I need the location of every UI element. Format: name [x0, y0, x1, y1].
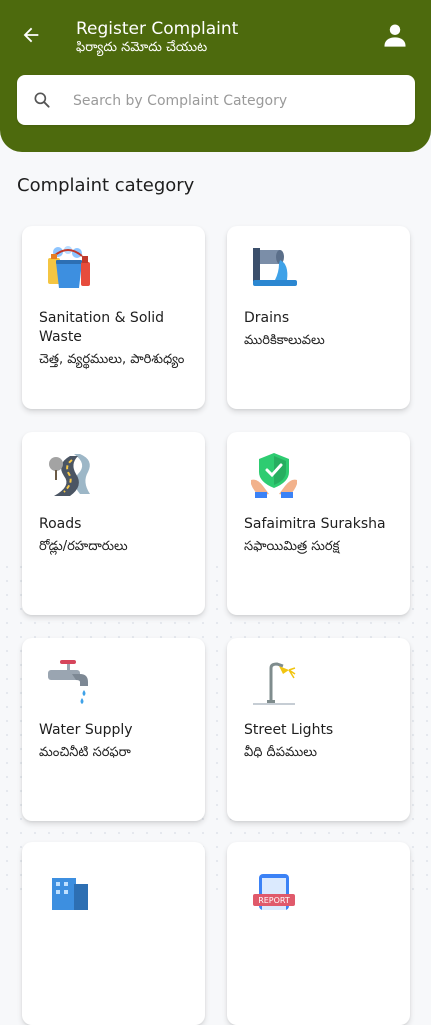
arrow-left-icon — [23, 27, 39, 43]
category-card-drains[interactable]: Drains మురికికాలువలు — [227, 226, 410, 409]
category-title-te: రోడ్లు/రహదారులు — [39, 539, 128, 554]
street-light-icon — [253, 662, 296, 705]
category-card-safaimitra[interactable]: Safaimitra Suraksha సఫాయిమిత్ర సురక్ష — [227, 432, 410, 615]
category-title-te: మురికికాలువలు — [244, 333, 325, 348]
category-card-report[interactable]: REPORT — [227, 842, 410, 1025]
category-title-te: వీధి దీపములు — [244, 745, 317, 760]
category-title-en: Sanitation & Solid Waste — [39, 310, 165, 345]
search-input[interactable] — [71, 87, 405, 115]
sanitation-icon — [48, 246, 90, 288]
search-icon — [34, 92, 50, 108]
category-card-buildings[interactable] — [22, 842, 205, 1025]
category-title-en: Safaimitra Suraksha — [244, 516, 386, 532]
category-card-street-lights[interactable]: Street Lights వీధి దీపములు — [227, 638, 410, 821]
category-card-sanitation[interactable]: Sanitation & Solid Waste చెత్త, వ్యర్థము… — [22, 226, 205, 409]
category-card-roads[interactable]: Roads రోడ్లు/రహదారులు — [22, 432, 205, 615]
category-title-te: చెత్త, వ్యర్థములు, పారిశుధ్యం — [39, 352, 185, 367]
report-badge-text: REPORT — [258, 896, 290, 905]
app-header: Register Complaint ఫిర్యాదు నమోదు చేయుట — [0, 0, 431, 152]
building-icon — [52, 878, 88, 910]
category-title-te: మంచినీటి సరఫరా — [39, 745, 131, 760]
profile-button[interactable] — [381, 20, 409, 50]
page-subtitle: ఫిర్యాదు నమోదు చేయుట — [76, 40, 208, 55]
road-icon — [49, 454, 90, 496]
category-title-en: Water Supply — [39, 722, 133, 738]
drain-icon — [253, 248, 297, 286]
category-title-en: Roads — [39, 516, 82, 532]
search-bar[interactable] — [17, 75, 415, 125]
category-title-te: సఫాయిమిత్ర సురక్ష — [244, 539, 340, 554]
water-tap-icon — [48, 660, 88, 704]
back-button[interactable] — [18, 22, 44, 48]
category-title-en: Drains — [244, 310, 290, 326]
category-card-water-supply[interactable]: Water Supply మంచినీటి సరఫరా — [22, 638, 205, 821]
report-phone-icon: REPORT — [253, 874, 295, 910]
person-icon — [384, 24, 406, 47]
category-title-en: Street Lights — [244, 722, 334, 738]
shield-hands-icon — [251, 453, 297, 498]
page-title: Register Complaint — [76, 19, 239, 39]
section-title: Complaint category — [17, 175, 195, 196]
